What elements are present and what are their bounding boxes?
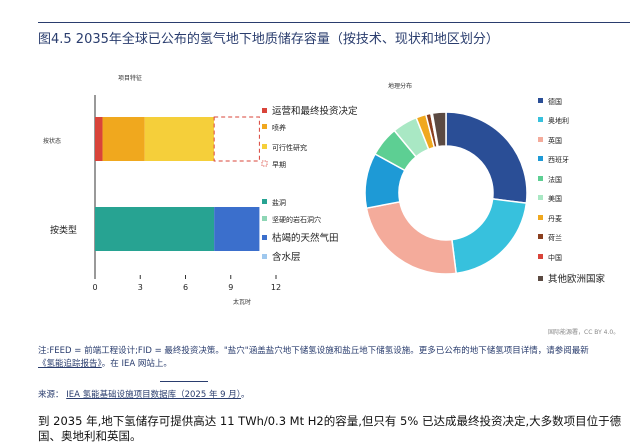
bar-segment-1 [102,117,145,161]
pie-legend: 德国奥地利英国西班牙法国美国丹麦荷兰中国其他欧洲国家 [538,97,606,285]
bar-legend-label-3: 早期 [272,161,286,169]
pie-legend-label-7: 荷兰 [548,233,562,242]
pie-legend-swatch-4 [538,176,543,181]
category-label-type: 按类型 [50,224,77,236]
bar-legend-label-0: 运营和最终投资决定 [272,105,358,117]
source-label: 来源： [38,390,64,400]
figure-svg: 项目特征 按状态 按类型 0 3 6 9 12 太瓦时 运营和最终投资决定喷养可行性研究… [43,74,606,306]
bar-segment-2 [144,117,215,161]
source-divider [160,381,208,382]
pie-legend-label-2: 英国 [548,136,562,145]
bar-legend-swatch-3 [261,160,268,167]
note-suffix: 。在 IEA 网站上。 [101,359,172,369]
pie-legend-label-9: 其他欧洲国家 [548,273,606,285]
x-axis-label: 太瓦时 [233,298,251,306]
note-link[interactable]: 《氢能追踪报告》 [38,359,102,369]
note-text: 注:FEED = 前端工程设计;FID = 最终投资决策。"盐穴"涵盖盐穴地下储… [38,346,589,356]
donut-slice-1 [451,198,528,275]
bar-group [95,116,260,251]
pie-legend-swatch-5 [538,195,543,200]
bar-legend-swatch-7 [262,254,267,259]
pie-legend-swatch-9 [538,276,543,281]
pie-legend-label-3: 西班牙 [548,155,569,164]
x-tick-label-1: 3 [138,283,143,292]
pie-legend-label-8: 中国 [548,253,562,262]
bar-segment-6 [214,207,260,251]
bar-legend-label-7: 含水层 [272,251,301,263]
bar-legend-label-5: 坚硬的岩石洞穴 [272,215,321,224]
bar-segment-4 [95,207,215,251]
bar-legend-swatch-2 [262,144,267,149]
pie-legend-swatch-6 [538,215,543,220]
pie-legend-swatch-0 [538,98,543,103]
bar-legend-swatch-1 [262,124,267,129]
bar-legend-swatch-0 [262,108,267,113]
bar-segment-0 [95,117,103,161]
bar-chart-subtitle: 项目特征 [118,74,142,82]
pie-legend-swatch-8 [538,254,543,259]
pie-legend-label-0: 德国 [548,97,562,106]
x-tick-label-2: 6 [183,283,188,292]
donut-slice-2 [365,200,457,275]
x-tick-label-0: 0 [92,283,97,292]
bar-legend-swatch-4 [262,199,267,204]
pie-legend-swatch-1 [538,117,543,122]
source-link[interactable]: IEA 氢能基础设施项目数据库（2025 年 9 月） [66,390,241,400]
pie-legend-label-6: 丹麦 [548,214,562,223]
x-axis-ticks: 0 3 6 9 12 [92,275,281,292]
source: 来源： IEA 氢能基础设施项目数据库（2025 年 9 月）。 [38,388,250,400]
pie-legend-label-5: 美国 [548,194,562,203]
x-tick-label-3: 9 [228,283,233,292]
bar-legend-label-2: 可行性研究 [272,143,307,152]
pie-legend-swatch-2 [538,137,543,142]
bar-legend-label-4: 盐洞 [272,198,286,207]
pie-legend-swatch-7 [538,234,543,239]
source-suffix: 。 [241,390,250,400]
bar-segment-3 [213,116,260,162]
credit: 国际能源署，CC BY 4.0。 [548,329,620,336]
bar-legend-swatch-6 [262,235,267,240]
pie-legend-swatch-3 [538,156,543,161]
bar-legend-label-1: 喷养 [272,123,286,132]
pie-legend-label-4: 法国 [548,175,562,184]
bar-legend-label-6: 枯竭的天然气田 [272,232,339,244]
note: 注:FEED = 前端工程设计;FID = 最终投资决策。"盐穴"涵盖盐穴地下储… [38,345,598,371]
category-label-status: 按状态 [43,137,61,145]
pie-chart-subtitle: 地理分布 [388,82,412,90]
bar-legend: 运营和最终投资决定喷养可行性研究早期盐洞坚硬的岩石洞穴枯竭的天然气田含水层 [261,105,358,263]
donut-chart [364,111,528,275]
donut-slice-0 [445,111,528,204]
pie-legend-label-1: 奥地利 [548,116,569,125]
bar-legend-swatch-5 [262,216,267,221]
summary-text: 到 2035 年,地下氢储存可提供高达 11 TWh/0.3 Mt H2的容量,… [38,414,622,443]
x-tick-label-4: 12 [271,283,281,292]
